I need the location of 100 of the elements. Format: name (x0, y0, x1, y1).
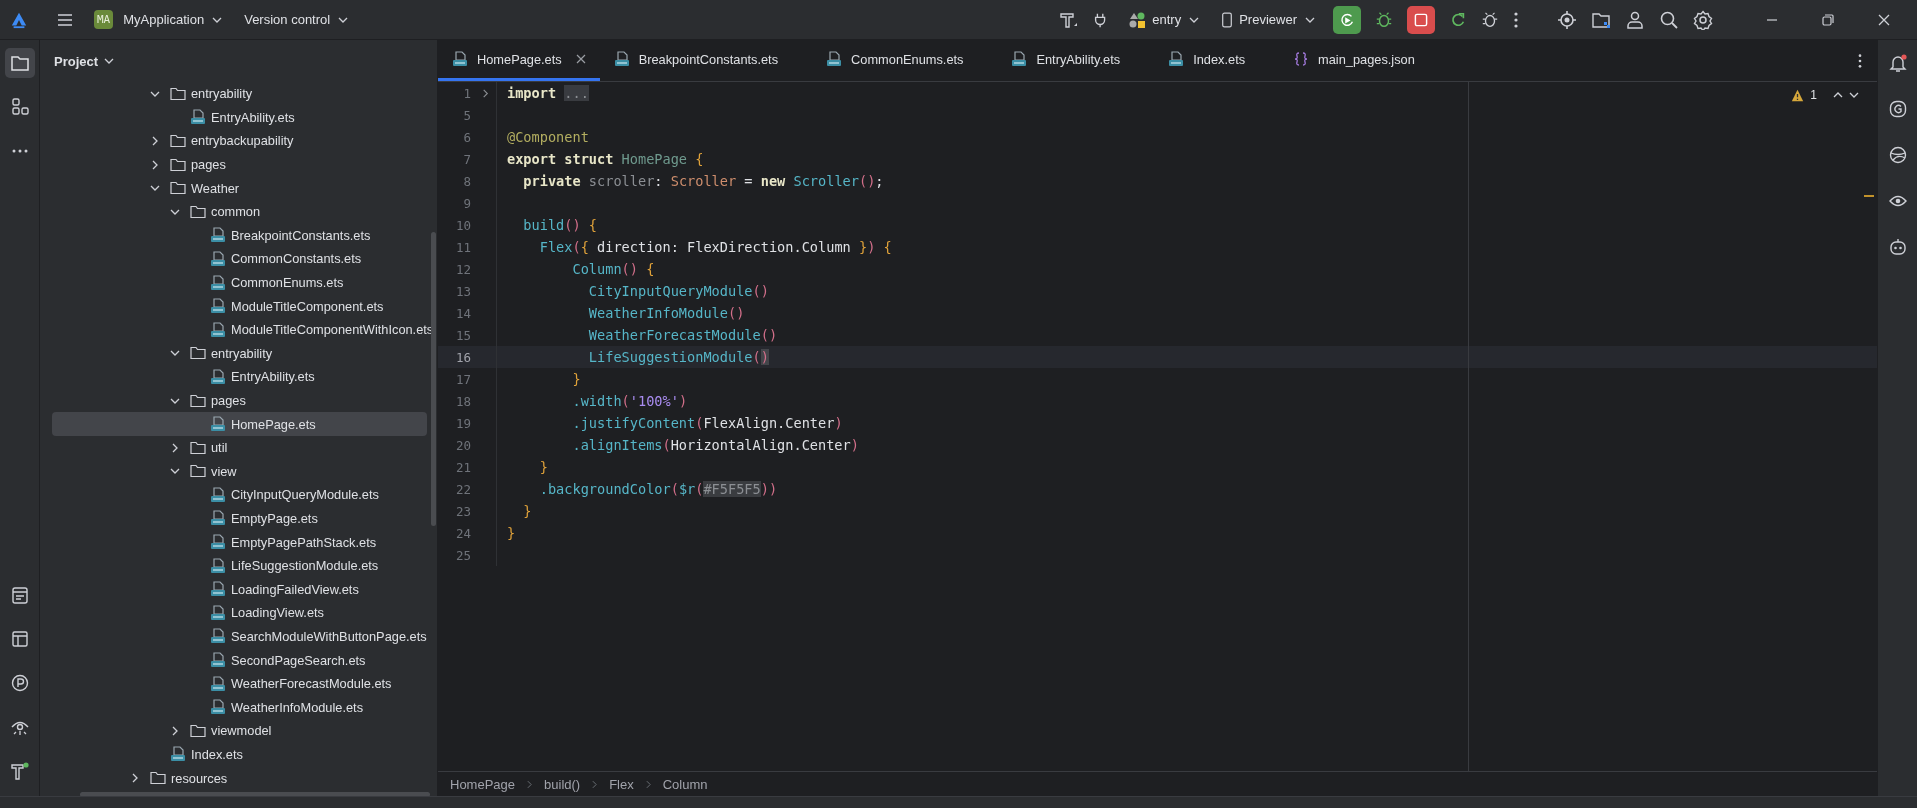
tree-item[interactable]: EntryAbility.ets (52, 365, 437, 389)
line-number: 12 (454, 261, 471, 277)
more-icon[interactable] (1857, 52, 1863, 69)
editor-tab[interactable]: BreakpointConstants.ets (599, 40, 813, 81)
phone-icon (1221, 11, 1234, 28)
tree-item[interactable]: EntryAbility.ets (52, 105, 437, 130)
editor-tab[interactable]: Index.ets (1154, 40, 1280, 81)
tree-item[interactable]: pages (52, 152, 437, 177)
settings-icon[interactable] (1693, 9, 1713, 30)
editor-tab[interactable]: HomePage.ets (438, 40, 600, 81)
caret-icon (1189, 16, 1200, 23)
line-number: 24 (454, 525, 471, 541)
caret-icon (212, 16, 223, 23)
file-icon (210, 486, 226, 503)
file-icon (210, 604, 226, 621)
search-icon[interactable] (1659, 9, 1679, 30)
tree-item[interactable]: view (52, 459, 437, 484)
user-icon[interactable] (1625, 9, 1645, 30)
tree-item[interactable]: BreakpointConstants.ets (52, 223, 437, 248)
tree-item[interactable]: CityInputQueryModule.ets (52, 483, 437, 507)
chevron-right-icon[interactable] (170, 442, 180, 453)
close-icon[interactable] (1877, 12, 1891, 27)
tree-item[interactable]: Index.ets (52, 742, 437, 767)
tree-item[interactable]: pages (52, 388, 437, 413)
folder-icon[interactable] (4, 48, 35, 78)
tree-item[interactable]: LoadingView.ets (52, 601, 437, 625)
more-icon[interactable] (1513, 10, 1519, 29)
tree-item[interactable]: Weather (52, 176, 437, 200)
tree-item[interactable]: HomePage.ets (52, 412, 427, 436)
project-view-dropdown[interactable]: Project (48, 52, 121, 70)
tree-item[interactable]: ModuleTitleComponent.ets (52, 294, 437, 318)
version-control-dropdown[interactable]: Version control (240, 8, 353, 31)
line-number: 13 (454, 283, 471, 299)
file-icon (210, 534, 226, 551)
breadcrumb-item[interactable]: HomePage (450, 776, 516, 792)
chevron-up-icon[interactable] (1833, 90, 1843, 100)
device-dropdown[interactable]: Previewer (1217, 7, 1319, 32)
breadcrumb-item[interactable]: Flex (609, 776, 634, 792)
chevron-right-icon[interactable] (170, 725, 180, 736)
tree-item[interactable]: SecondPageSearch.ets (52, 648, 437, 672)
file-icon (210, 699, 226, 716)
tree-item[interactable]: WeatherForecastModule.ets (52, 671, 437, 696)
scrollbar-thumb[interactable] (80, 791, 430, 796)
line-number: 23 (454, 503, 471, 519)
file-icon (190, 109, 206, 126)
warning-marker[interactable] (1864, 195, 1874, 197)
code-line: .backgroundColor($r(#F5F5F5)) (538, 481, 778, 497)
tree-item[interactable]: util (52, 435, 437, 460)
breadcrumb-item[interactable]: Column (662, 776, 708, 792)
shapes-icon (1128, 10, 1147, 29)
file-icon (826, 51, 843, 67)
editor-tab[interactable]: main_pages.json (1279, 40, 1449, 81)
file-icon (210, 321, 226, 338)
tree-item[interactable]: entryability (52, 341, 437, 366)
warning-icon[interactable] (1791, 88, 1805, 102)
tree-item[interactable]: entrybackupability (52, 129, 437, 153)
code-line: .width('100%') (571, 393, 688, 409)
run-target-dropdown[interactable]: entry (1124, 6, 1204, 33)
rerun-button[interactable] (1333, 5, 1361, 34)
scrollbar-thumb[interactable] (431, 232, 436, 526)
bug-icon[interactable] (1481, 10, 1499, 29)
target-icon[interactable] (1557, 9, 1577, 30)
restore-icon[interactable] (1821, 12, 1835, 27)
reload-icon[interactable] (1449, 10, 1467, 29)
tree-item[interactable]: viewmodel (52, 719, 437, 743)
chevron-right-icon[interactable] (150, 159, 160, 170)
tree-item[interactable]: EmptyPagePathStack.ets (52, 530, 437, 554)
tree-item[interactable]: EmptyPage.ets (52, 506, 437, 531)
chevron-right-icon[interactable] (130, 773, 140, 783)
line-number: 16 (454, 349, 471, 365)
bug-icon[interactable] (1375, 10, 1393, 29)
close-icon[interactable] (575, 54, 586, 64)
line-number: 9 (462, 195, 471, 211)
chevron-right-icon[interactable] (481, 88, 490, 98)
line-number: 1 (462, 85, 471, 101)
tree-item[interactable]: common (52, 199, 437, 224)
folder-icon (190, 204, 206, 219)
editor-tab[interactable]: CommonEnums.ets (812, 40, 998, 81)
tree-item[interactable]: resources (52, 766, 437, 790)
editor-tab[interactable]: EntryAbility.ets (997, 40, 1155, 81)
caret-icon (104, 58, 115, 64)
tree-item[interactable]: entryability (52, 82, 437, 106)
folder-icon (150, 771, 166, 785)
line-number: 6 (462, 129, 471, 145)
stop-button[interactable] (1407, 5, 1435, 34)
chevron-right-icon[interactable] (150, 136, 160, 146)
chevron-down-icon[interactable] (1849, 90, 1859, 100)
tree-item[interactable]: LifeSuggestionModule.ets (52, 553, 437, 578)
tree-item[interactable]: CommonConstants.ets (52, 247, 437, 271)
tree-item[interactable]: ModuleTitleComponentWithIcon.ets (52, 317, 437, 342)
tree-item[interactable]: WeatherInfoModule.ets (52, 695, 437, 720)
file-icon (210, 250, 226, 267)
chevron-right-icon (592, 779, 598, 789)
code-line: import ... (507, 85, 589, 101)
app-name-dropdown[interactable]: MyApplication (119, 8, 227, 31)
breadcrumb-item[interactable]: build() (544, 776, 581, 792)
tree-item[interactable]: CommonEnums.ets (52, 270, 437, 295)
tree-item[interactable]: SearchModuleWithButtonPage.ets (52, 624, 437, 649)
folder-icon (170, 157, 186, 172)
tree-item[interactable]: LoadingFailedView.ets (52, 577, 437, 602)
